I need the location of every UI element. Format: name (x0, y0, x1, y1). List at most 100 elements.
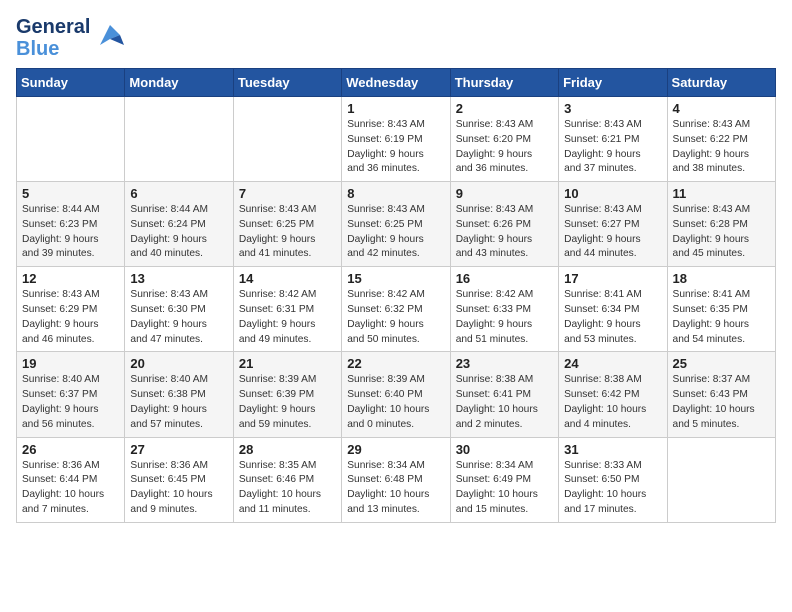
day-info: Sunrise: 8:43 AM Sunset: 6:28 PM Dayligh… (673, 203, 770, 262)
day-info: Sunrise: 8:33 AM Sunset: 6:50 PM Dayligh… (564, 459, 661, 518)
calendar-week-row: 26 Sunrise: 8:36 AM Sunset: 6:44 PM Dayli… (17, 437, 776, 522)
calendar-day-cell: 25 Sunrise: 8:37 AM Sunset: 6:43 PM Dayli… (667, 352, 775, 437)
day-number: 30 (456, 442, 553, 457)
day-info: Sunrise: 8:43 AM Sunset: 6:30 PM Dayligh… (130, 288, 227, 347)
day-number: 20 (130, 356, 227, 371)
day-info: Sunrise: 8:43 AM Sunset: 6:22 PM Dayligh… (673, 118, 770, 177)
logo-bird-icon (96, 21, 124, 56)
day-info: Sunrise: 8:36 AM Sunset: 6:44 PM Dayligh… (22, 459, 119, 518)
calendar-day-cell: 6Sunrise: 8:44 AM Sunset: 6:24 PM Daylig… (125, 182, 233, 267)
day-info: Sunrise: 8:36 AM Sunset: 6:45 PM Dayligh… (130, 459, 227, 518)
calendar-day-cell: 14 Sunrise: 8:42 AM Sunset: 6:31 PM Dayli… (233, 267, 341, 352)
day-info: Sunrise: 8:44 AM Sunset: 6:24 PM Dayligh… (130, 203, 227, 262)
day-info: Sunrise: 8:43 AM Sunset: 6:25 PM Dayligh… (347, 203, 444, 262)
day-number: 19 (22, 356, 119, 371)
day-info: Sunrise: 8:43 AM Sunset: 6:25 PM Dayligh… (239, 203, 336, 262)
calendar-day-cell: 5 Sunrise: 8:44 AM Sunset: 6:23 PM Daylig… (17, 182, 125, 267)
logo-blue: Blue (16, 38, 59, 60)
day-number: 4 (673, 101, 770, 116)
day-info: Sunrise: 8:43 AM Sunset: 6:26 PM Dayligh… (456, 203, 553, 262)
weekday-header-friday: Friday (559, 69, 667, 97)
weekday-header-monday: Monday (125, 69, 233, 97)
day-info: Sunrise: 8:42 AM Sunset: 6:31 PM Dayligh… (239, 288, 336, 347)
day-info: Sunrise: 8:38 AM Sunset: 6:41 PM Dayligh… (456, 373, 553, 432)
calendar-day-cell: 31 Sunrise: 8:33 AM Sunset: 6:50 PM Dayli… (559, 437, 667, 522)
calendar-empty-cell (667, 437, 775, 522)
calendar-day-cell: 12 Sunrise: 8:43 AM Sunset: 6:29 PM Dayli… (17, 267, 125, 352)
day-number: 24 (564, 356, 661, 371)
weekday-header-tuesday: Tuesday (233, 69, 341, 97)
calendar-day-cell: 7 Sunrise: 8:43 AM Sunset: 6:25 PM Daylig… (233, 182, 341, 267)
calendar-day-cell: 19Sunrise: 8:40 AM Sunset: 6:37 PM Dayli… (17, 352, 125, 437)
calendar-day-cell: 15Sunrise: 8:42 AM Sunset: 6:32 PM Dayli… (342, 267, 450, 352)
day-info: Sunrise: 8:43 AM Sunset: 6:21 PM Dayligh… (564, 118, 661, 177)
calendar-day-cell: 24 Sunrise: 8:38 AM Sunset: 6:42 PM Dayli… (559, 352, 667, 437)
day-number: 31 (564, 442, 661, 457)
day-number: 23 (456, 356, 553, 371)
day-number: 14 (239, 271, 336, 286)
day-info: Sunrise: 8:39 AM Sunset: 6:39 PM Dayligh… (239, 373, 336, 432)
day-number: 7 (239, 186, 336, 201)
calendar-day-cell: 18Sunrise: 8:41 AM Sunset: 6:35 PM Dayli… (667, 267, 775, 352)
weekday-header-saturday: Saturday (667, 69, 775, 97)
day-number: 8 (347, 186, 444, 201)
day-info: Sunrise: 8:40 AM Sunset: 6:38 PM Dayligh… (130, 373, 227, 432)
calendar-empty-cell (125, 97, 233, 182)
calendar-day-cell: 17Sunrise: 8:41 AM Sunset: 6:34 PM Dayli… (559, 267, 667, 352)
day-number: 25 (673, 356, 770, 371)
day-number: 11 (673, 186, 770, 201)
calendar-week-row: 19Sunrise: 8:40 AM Sunset: 6:37 PM Dayli… (17, 352, 776, 437)
calendar-day-cell: 29 Sunrise: 8:34 AM Sunset: 6:48 PM Dayli… (342, 437, 450, 522)
day-info: Sunrise: 8:38 AM Sunset: 6:42 PM Dayligh… (564, 373, 661, 432)
page-header: General Blue (16, 16, 776, 60)
day-info: Sunrise: 8:44 AM Sunset: 6:23 PM Dayligh… (22, 203, 119, 262)
calendar-day-cell: 10Sunrise: 8:43 AM Sunset: 6:27 PM Dayli… (559, 182, 667, 267)
day-number: 16 (456, 271, 553, 286)
day-info: Sunrise: 8:35 AM Sunset: 6:46 PM Dayligh… (239, 459, 336, 518)
day-info: Sunrise: 8:39 AM Sunset: 6:40 PM Dayligh… (347, 373, 444, 432)
calendar-day-cell: 23 Sunrise: 8:38 AM Sunset: 6:41 PM Dayli… (450, 352, 558, 437)
calendar-empty-cell (17, 97, 125, 182)
day-number: 2 (456, 101, 553, 116)
day-number: 29 (347, 442, 444, 457)
day-number: 1 (347, 101, 444, 116)
calendar-week-row: 1Sunrise: 8:43 AM Sunset: 6:19 PM Daylig… (17, 97, 776, 182)
day-number: 10 (564, 186, 661, 201)
calendar-day-cell: 27Sunrise: 8:36 AM Sunset: 6:45 PM Dayli… (125, 437, 233, 522)
calendar-day-cell: 3 Sunrise: 8:43 AM Sunset: 6:21 PM Daylig… (559, 97, 667, 182)
day-number: 3 (564, 101, 661, 116)
weekday-header-wednesday: Wednesday (342, 69, 450, 97)
day-info: Sunrise: 8:43 AM Sunset: 6:29 PM Dayligh… (22, 288, 119, 347)
day-number: 12 (22, 271, 119, 286)
day-number: 26 (22, 442, 119, 457)
weekday-header-sunday: Sunday (17, 69, 125, 97)
calendar-day-cell: 8 Sunrise: 8:43 AM Sunset: 6:25 PM Daylig… (342, 182, 450, 267)
calendar-day-cell: 20 Sunrise: 8:40 AM Sunset: 6:38 PM Dayli… (125, 352, 233, 437)
calendar-day-cell: 30 Sunrise: 8:34 AM Sunset: 6:49 PM Dayli… (450, 437, 558, 522)
day-number: 21 (239, 356, 336, 371)
calendar-day-cell: 28 Sunrise: 8:35 AM Sunset: 6:46 PM Dayli… (233, 437, 341, 522)
weekday-header-thursday: Thursday (450, 69, 558, 97)
day-info: Sunrise: 8:43 AM Sunset: 6:20 PM Dayligh… (456, 118, 553, 177)
day-number: 28 (239, 442, 336, 457)
day-number: 13 (130, 271, 227, 286)
calendar-table: SundayMondayTuesdayWednesdayThursdayFrid… (16, 68, 776, 523)
day-number: 22 (347, 356, 444, 371)
day-info: Sunrise: 8:34 AM Sunset: 6:49 PM Dayligh… (456, 459, 553, 518)
day-number: 9 (456, 186, 553, 201)
calendar-day-cell: 1Sunrise: 8:43 AM Sunset: 6:19 PM Daylig… (342, 97, 450, 182)
calendar-week-row: 12 Sunrise: 8:43 AM Sunset: 6:29 PM Dayli… (17, 267, 776, 352)
day-info: Sunrise: 8:42 AM Sunset: 6:33 PM Dayligh… (456, 288, 553, 347)
calendar-day-cell: 16 Sunrise: 8:42 AM Sunset: 6:33 PM Dayli… (450, 267, 558, 352)
calendar-day-cell: 4 Sunrise: 8:43 AM Sunset: 6:22 PM Daylig… (667, 97, 775, 182)
weekday-header-row: SundayMondayTuesdayWednesdayThursdayFrid… (17, 69, 776, 97)
day-number: 5 (22, 186, 119, 201)
logo: General Blue (16, 16, 124, 60)
day-info: Sunrise: 8:34 AM Sunset: 6:48 PM Dayligh… (347, 459, 444, 518)
calendar-empty-cell (233, 97, 341, 182)
day-info: Sunrise: 8:37 AM Sunset: 6:43 PM Dayligh… (673, 373, 770, 432)
calendar-week-row: 5 Sunrise: 8:44 AM Sunset: 6:23 PM Daylig… (17, 182, 776, 267)
calendar-day-cell: 11 Sunrise: 8:43 AM Sunset: 6:28 PM Dayli… (667, 182, 775, 267)
calendar-day-cell: 22 Sunrise: 8:39 AM Sunset: 6:40 PM Dayli… (342, 352, 450, 437)
calendar-day-cell: 2 Sunrise: 8:43 AM Sunset: 6:20 PM Daylig… (450, 97, 558, 182)
